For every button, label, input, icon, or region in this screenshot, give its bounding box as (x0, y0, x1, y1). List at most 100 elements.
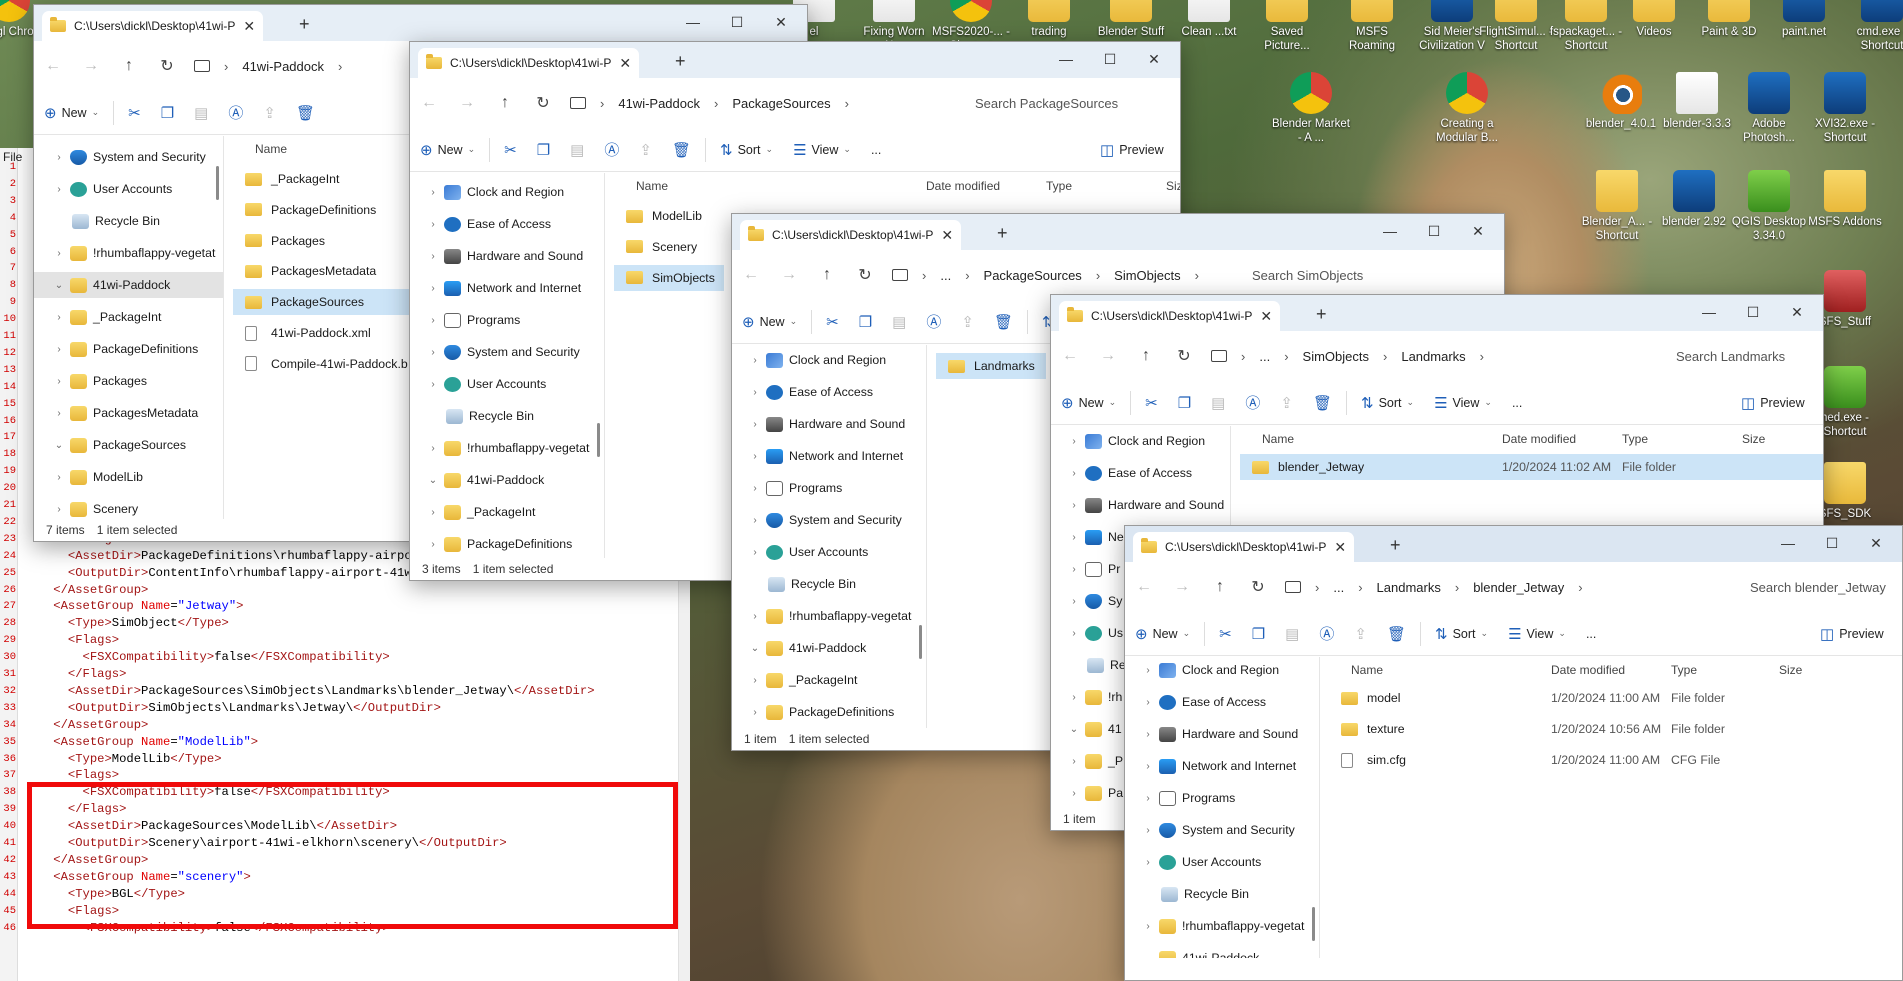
file-row[interactable]: SimObjects (614, 264, 724, 291)
file-row[interactable]: _PackageInt (233, 166, 433, 192)
chevron-right-icon[interactable]: › (426, 219, 440, 230)
desktop-icon[interactable]: Videos (1615, 0, 1693, 39)
file-row[interactable]: 41wi-Paddock.xml (233, 320, 433, 346)
minimize-icon[interactable]: — (1368, 216, 1412, 246)
nav-item[interactable]: › !rhumbaflappy-vegetat (1125, 913, 1319, 939)
desktop-icon[interactable]: Clean ...txt (1170, 0, 1248, 39)
desktop-icon[interactable]: Creating a Modular B... (1428, 72, 1506, 145)
breadcrumb-more[interactable]: ... (1333, 580, 1344, 595)
copy-button[interactable]: ❐ (849, 313, 882, 331)
file-row[interactable]: Compile-41wi-Paddock.b (233, 351, 433, 377)
tab-win5[interactable]: C:\Users\dickl\Desktop\41wi-P ✕ (1133, 532, 1355, 562)
column-date-modified[interactable]: Date modified (1551, 663, 1625, 677)
chevron-right-icon[interactable]: › (1067, 436, 1081, 447)
nav-scrollbar[interactable] (1312, 907, 1315, 941)
pc-icon[interactable] (194, 60, 210, 72)
chevron-right-icon[interactable]: › (1141, 697, 1155, 708)
file-row[interactable]: blender_Jetway 1/20/2024 11:02 AM File fol… (1240, 454, 1823, 480)
chevron-right-icon[interactable]: › (748, 355, 762, 366)
explorer-window-blender-jetway[interactable]: C:\Users\dickl\Desktop\41wi-P ✕ + — ☐ ✕ ← → ↑ ↻ ›.… (1124, 525, 1903, 981)
desktop-icon[interactable]: XVI32.exe - Shortcut (1806, 72, 1884, 145)
forward-icon[interactable]: → (770, 266, 808, 284)
chevron-right-icon[interactable]: › (52, 152, 66, 163)
nav-item[interactable]: › Clock and Region (410, 179, 604, 205)
code-line[interactable]: 26 </AssetGroup> (0, 583, 670, 597)
maximize-icon[interactable]: ☐ (1088, 44, 1132, 74)
chevron-right-icon[interactable]: › (52, 408, 66, 419)
breadcrumb-item[interactable]: 41wi-Paddock (618, 96, 700, 111)
editor-menu-file[interactable]: File (3, 150, 22, 164)
new-button[interactable]: ⊕ New ⌄ (1051, 394, 1126, 412)
paste-button[interactable]: ▤ (184, 104, 218, 122)
copy-button[interactable]: ❐ (1242, 625, 1275, 643)
paste-button[interactable]: ▤ (560, 141, 594, 159)
nav-item[interactable]: › Ease of Access (732, 379, 926, 405)
code-line[interactable]: 33 <OutputDir>SimObjects\Landmarks\Jetwa… (0, 701, 670, 715)
sort-button[interactable]: ⇅ Sort ⌄ (1351, 394, 1424, 412)
rename-button[interactable]: Ⓐ (594, 139, 629, 160)
chevron-right-icon[interactable]: › (426, 347, 440, 358)
rename-button[interactable]: Ⓐ (218, 102, 253, 123)
file-row[interactable]: PackageSources (233, 289, 433, 316)
navigation-pane[interactable]: › Clock and Region › Ease of Access › Hardwar… (732, 345, 927, 728)
breadcrumb-item[interactable]: SimObjects (1114, 268, 1180, 283)
chevron-right-icon[interactable]: › (748, 611, 762, 622)
delete-button[interactable]: 🗑 (1377, 625, 1416, 643)
breadcrumb[interactable]: ›... › PackageSources › SimObjects › (892, 268, 1199, 283)
nav-item[interactable]: › User Accounts (1125, 849, 1319, 875)
nav-item[interactable]: › PackageDefinitions (732, 699, 926, 725)
up-icon[interactable]: ↑ (486, 94, 524, 112)
code-line[interactable]: 36 <Type>ModelLib</Type> (0, 752, 670, 766)
chevron-right-icon[interactable]: › (1067, 756, 1081, 767)
navigation-pane[interactable]: › System and Security › User Accounts Recycl… (34, 136, 224, 519)
nav-item[interactable]: › Packages (34, 368, 223, 394)
desktop-icon[interactable]: paint.net (1765, 0, 1843, 39)
chevron-right-icon[interactable]: › (748, 707, 762, 718)
sort-button[interactable]: ⇅ Sort ⌄ (1425, 625, 1498, 643)
chevron-right-icon[interactable]: › (748, 419, 762, 430)
back-icon[interactable]: ← (732, 266, 770, 284)
rename-button[interactable]: Ⓐ (916, 311, 951, 332)
nav-item[interactable]: › System and Security (1125, 817, 1319, 843)
cut-button[interactable]: ✂ (494, 141, 527, 159)
file-row[interactable]: sim.cfg 1/20/2024 11:00 AM CFG File (1329, 747, 1902, 773)
delete-button[interactable]: 🗑 (662, 141, 701, 159)
column-type[interactable]: Type (1671, 663, 1697, 677)
paste-button[interactable]: ▤ (1275, 625, 1309, 643)
chevron-right-icon[interactable]: › (1067, 596, 1081, 607)
nav-item[interactable]: › PackageDefinitions (410, 531, 604, 557)
preview-button[interactable]: ◫ Preview (1731, 394, 1815, 412)
nav-item[interactable]: ⌄ 41wi-Paddock (34, 272, 223, 298)
chevron-down-icon[interactable]: ⌄ (426, 475, 440, 486)
forward-icon[interactable]: → (448, 94, 486, 112)
nav-item[interactable]: › Hardware and Sound (410, 243, 604, 269)
code-line[interactable]: 29 <Flags> (0, 633, 670, 647)
chevron-right-icon[interactable]: › (1141, 665, 1155, 676)
paste-button[interactable]: ▤ (1201, 394, 1235, 412)
pc-icon[interactable] (1211, 350, 1227, 362)
search-box[interactable]: Search blender_Jetway (1750, 562, 1886, 612)
nav-item[interactable]: ⌄ 41wi-Paddock (1125, 945, 1319, 958)
chevron-right-icon[interactable]: › (1067, 788, 1081, 799)
desktop-icon[interactable]: trading (1010, 0, 1088, 39)
nav-item[interactable]: › Programs (1125, 785, 1319, 811)
pc-icon[interactable] (1285, 581, 1301, 593)
refresh-icon[interactable]: ↻ (1239, 577, 1277, 597)
nav-item[interactable]: › !rhumbaflappy-vegetat (34, 240, 223, 266)
breadcrumb-item[interactable]: PackageSources (732, 96, 830, 111)
chevron-right-icon[interactable]: › (426, 379, 440, 390)
refresh-icon[interactable]: ↻ (1165, 346, 1203, 366)
paste-button[interactable]: ▤ (882, 313, 916, 331)
column-date-modified[interactable]: Date modified (926, 179, 1000, 193)
chevron-right-icon[interactable]: › (748, 515, 762, 526)
copy-button[interactable]: ❐ (1168, 394, 1201, 412)
chevron-right-icon[interactable]: › (1141, 921, 1155, 932)
view-button[interactable]: ☰ View ⌄ (783, 141, 861, 159)
nav-item[interactable]: › Network and Internet (1125, 753, 1319, 779)
breadcrumb-more[interactable]: ... (1259, 349, 1270, 364)
share-button[interactable]: ⇪ (253, 104, 286, 122)
chevron-right-icon[interactable]: › (1141, 729, 1155, 740)
close-icon[interactable]: ✕ (1456, 216, 1500, 246)
chevron-right-icon[interactable]: › (52, 184, 66, 195)
nav-item[interactable]: › Ease of Access (410, 211, 604, 237)
